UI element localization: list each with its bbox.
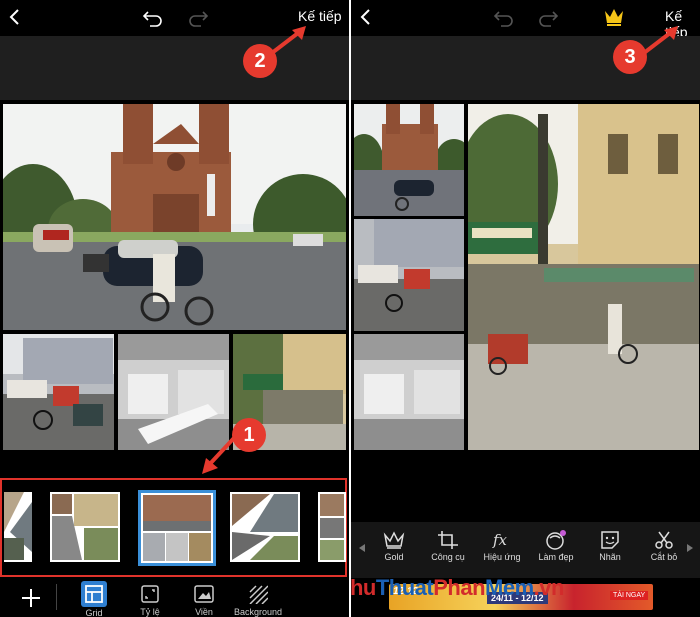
beautify-tool[interactable]: Làm đẹp	[535, 530, 577, 562]
cutout-tool-label: Cắt bỏ	[650, 552, 678, 562]
template-thumb-3[interactable]	[230, 492, 300, 562]
beautify-tool-label: Làm đẹp	[538, 552, 574, 562]
step-badge-3: 3	[613, 40, 647, 74]
template-thumb-1[interactable]	[4, 492, 32, 562]
watermark-part-4: Mem	[485, 575, 534, 600]
background-tool-button[interactable]: Background	[232, 578, 284, 617]
watermark-part-3: Phan	[433, 575, 486, 600]
layout-toolbar: Grid Tỷ lệ Viền Background	[0, 578, 349, 617]
add-photo-button[interactable]	[18, 578, 44, 612]
border-icon	[194, 585, 214, 603]
watermark-part-5: .vn	[533, 575, 565, 600]
cutout-tool[interactable]: Cắt bỏ	[643, 530, 685, 562]
gold-tool-label: Gold	[384, 552, 404, 562]
undo-icon[interactable]	[493, 7, 515, 27]
left-screen: Kế tiếp 2 1 Grid Tỷ lệ Viền Background	[0, 0, 349, 617]
effects-tool-label: Hiệu ứng	[483, 552, 521, 562]
grid-tool-label: Grid	[85, 608, 103, 617]
grid-icon	[81, 581, 107, 607]
collage-photo-street[interactable]	[3, 334, 114, 450]
toolbar-divider	[56, 584, 57, 610]
fx-icon: fx	[492, 531, 508, 549]
collage-photo-street[interactable]	[354, 219, 464, 331]
watermark-logo: ThuThuatPhanMem.vn	[351, 575, 564, 601]
ratio-tool-button[interactable]: Tỷ lệ	[134, 578, 166, 617]
background-tool-label: Background	[233, 607, 283, 617]
sticker-tool-label: Nhãn	[599, 552, 621, 562]
ratio-tool-label: Tỷ lệ	[140, 607, 160, 617]
crown-icon[interactable]	[603, 7, 625, 27]
watermark-part-1: Thu	[351, 575, 376, 600]
ad-download-button[interactable]: TẢI NGAY	[610, 591, 649, 600]
back-icon[interactable]	[359, 8, 373, 26]
plus-icon	[22, 589, 40, 607]
redo-icon[interactable]	[537, 7, 559, 27]
gold-tool[interactable]: Gold	[373, 530, 415, 562]
border-tool-label: Viền	[195, 607, 213, 617]
crop-icon	[438, 531, 458, 549]
back-icon[interactable]	[8, 8, 22, 26]
step-badge-1: 1	[232, 418, 266, 452]
border-tool-button[interactable]: Viền	[188, 578, 220, 617]
template-thumb-4[interactable]	[318, 492, 346, 562]
template-thumb-2[interactable]	[50, 492, 120, 562]
scroll-left-icon[interactable]	[359, 544, 365, 552]
undo-icon[interactable]	[142, 7, 164, 27]
collage-photo-cathedral[interactable]	[3, 104, 346, 330]
cutout-icon	[655, 531, 673, 549]
step-badge-2: 2	[243, 44, 277, 78]
ratio-icon	[141, 585, 159, 603]
template-thumb-selected[interactable]	[138, 490, 216, 566]
crown-icon	[383, 531, 405, 549]
beautify-icon	[546, 530, 566, 550]
sticker-icon	[601, 531, 619, 549]
right-screen: Kế tiếp 3 Gold Công cụ fx Hiệu ứng Làm đ…	[351, 0, 700, 617]
edit-toolbar: Gold Công cụ fx Hiệu ứng Làm đẹp Nhãn Cắ…	[351, 522, 700, 578]
redo-icon[interactable]	[187, 7, 209, 27]
watermark-area: 12.12 24/11 - 12/12 TẢI NGAY ThuThuatPha…	[351, 575, 700, 617]
background-icon	[249, 585, 269, 605]
scroll-right-icon[interactable]	[687, 544, 693, 552]
svg-text:fx: fx	[492, 531, 508, 549]
tools-tool-label: Công cụ	[431, 552, 465, 562]
tools-tool[interactable]: Công cụ	[427, 530, 469, 562]
watermark-part-2: Thuat	[375, 575, 434, 600]
effects-tool[interactable]: fx Hiệu ứng	[481, 530, 523, 562]
grid-tool-button[interactable]: Grid	[76, 578, 112, 617]
sticker-tool[interactable]: Nhãn	[589, 530, 631, 562]
collage-photo-cathedral[interactable]	[354, 104, 464, 216]
collage-photo-shops-large[interactable]	[468, 104, 699, 450]
collage-photo-aerial[interactable]	[354, 334, 464, 450]
